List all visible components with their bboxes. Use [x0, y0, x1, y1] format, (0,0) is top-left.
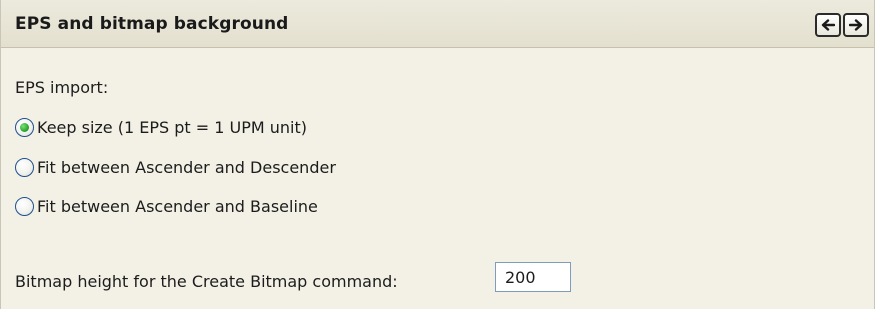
radio-button-checked[interactable]	[15, 117, 34, 137]
radio-keep-size[interactable]: Keep size (1 EPS pt = 1 UPM unit)	[15, 115, 307, 139]
section-title: EPS and bitmap background	[15, 14, 289, 34]
radio-fit-ascender-baseline[interactable]: Fit between Ascender and Baseline	[15, 194, 318, 218]
arrow-right-icon	[849, 19, 863, 31]
radio-fit-ascender-descender-label: Fit between Ascender and Descender	[37, 157, 336, 177]
bitmap-height-label: Bitmap height for the Create Bitmap comm…	[15, 272, 398, 291]
radio-fit-ascender-descender[interactable]: Fit between Ascender and Descender	[15, 155, 336, 179]
section-header: EPS and bitmap background	[1, 0, 874, 48]
bitmap-height-input[interactable]	[495, 262, 571, 292]
arrow-left-icon	[821, 19, 835, 31]
radio-keep-size-label: Keep size (1 EPS pt = 1 UPM unit)	[37, 117, 308, 137]
forward-button[interactable]	[843, 13, 869, 37]
radio-selected-dot	[20, 122, 29, 132]
radio-button[interactable]	[15, 157, 34, 177]
back-button[interactable]	[815, 13, 841, 37]
eps-bitmap-panel: EPS and bitmap background EPS import: Ke…	[0, 0, 875, 309]
eps-import-label: EPS import:	[15, 78, 109, 97]
radio-button[interactable]	[15, 196, 34, 216]
radio-fit-ascender-baseline-label: Fit between Ascender and Baseline	[37, 196, 318, 216]
